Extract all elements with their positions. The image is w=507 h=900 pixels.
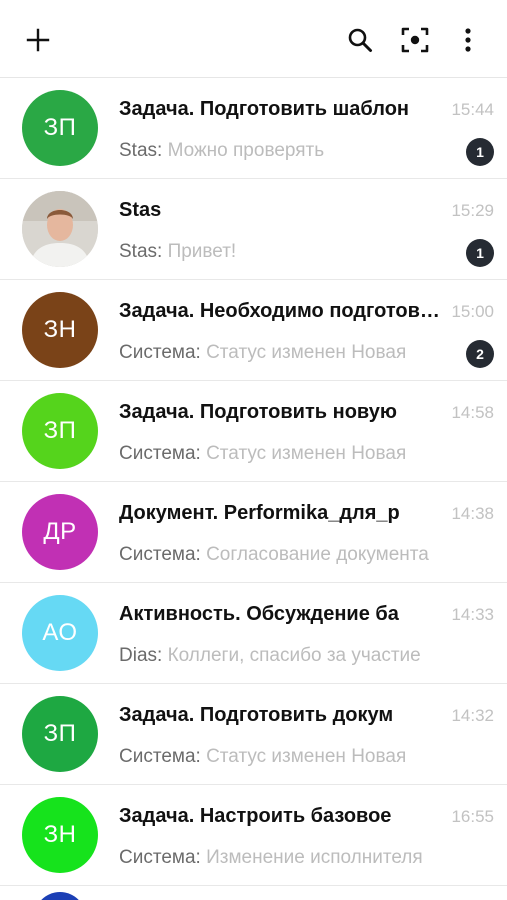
chat-time: 15:29 bbox=[451, 201, 494, 220]
avatar-photo bbox=[22, 191, 98, 267]
chat-preview: Система: Статус изменен Новая bbox=[119, 746, 439, 768]
message-text: Коллеги, спасибо за участие bbox=[167, 645, 421, 666]
avatar: ЗП bbox=[22, 696, 98, 772]
chat-preview: Система: Согласование документа bbox=[119, 544, 439, 566]
chat-list-item[interactable]: ЗП Задача. Подготовить шаблон 15:44 Stas… bbox=[0, 78, 507, 179]
top-toolbar bbox=[0, 0, 507, 78]
chat-list: ЗП Задача. Подготовить шаблон 15:44 Stas… bbox=[0, 78, 507, 886]
chat-list-item[interactable]: ЗН Задача. Необходимо подготовить 15:00 … bbox=[0, 280, 507, 381]
unread-badge: 1 bbox=[466, 138, 494, 166]
chat-list-item[interactable]: ДР Документ. Performika_для_р 14:38 Сист… bbox=[0, 482, 507, 583]
message-text: Согласование документа bbox=[206, 544, 429, 565]
avatar: ЗН bbox=[22, 797, 98, 873]
avatar: АО bbox=[22, 595, 98, 671]
message-sender: Система: bbox=[119, 746, 207, 767]
chat-list-item[interactable]: ЗП Задача. Подготовить докум 14:32 Систе… bbox=[0, 684, 507, 785]
scan-button[interactable] bbox=[395, 20, 435, 60]
chat-title: Задача. Подготовить докум bbox=[119, 704, 394, 726]
avatar: ЗП bbox=[22, 90, 98, 166]
chat-preview: Система: Изменение исполнителя bbox=[119, 847, 439, 869]
chat-preview: Система: Статус изменен Новая bbox=[119, 342, 439, 364]
message-sender: Система: bbox=[119, 544, 207, 565]
chat-list-screen: ЗП Задача. Подготовить шаблон 15:44 Stas… bbox=[0, 0, 507, 900]
message-sender: Система: bbox=[119, 443, 207, 464]
chat-time: 16:55 bbox=[451, 807, 494, 826]
chat-time: 14:32 bbox=[451, 706, 494, 725]
chat-time: 15:00 bbox=[451, 302, 494, 321]
chat-title: Задача. Подготовить шаблон bbox=[119, 98, 409, 120]
chat-list-item[interactable]: Stas 15:29 Stas: Привет! 1 bbox=[0, 179, 507, 280]
add-button[interactable] bbox=[18, 20, 58, 60]
chat-title: Задача. Необходимо подготовить bbox=[119, 300, 443, 322]
avatar: ЗП bbox=[22, 393, 98, 469]
message-text: Статус изменен Новая bbox=[206, 342, 407, 363]
message-sender: Dias: bbox=[119, 645, 168, 666]
chat-title: Документ. Performika_для_р bbox=[119, 502, 400, 524]
more-options-button[interactable] bbox=[448, 20, 488, 60]
plus-icon bbox=[26, 28, 50, 52]
avatar: ЗН bbox=[22, 292, 98, 368]
chat-title: Активность. Обсуждение ба bbox=[119, 603, 399, 625]
chat-time: 15:44 bbox=[451, 100, 494, 119]
message-sender: Система: bbox=[119, 847, 207, 868]
chat-time: 14:33 bbox=[451, 605, 494, 624]
unread-badge: 2 bbox=[466, 340, 494, 368]
chat-time: 14:38 bbox=[451, 504, 494, 523]
scan-icon bbox=[401, 27, 429, 53]
chat-time: 14:58 bbox=[451, 403, 494, 422]
chat-preview: Система: Статус изменен Новая bbox=[119, 443, 439, 465]
search-button[interactable] bbox=[340, 20, 380, 60]
message-sender: Система: bbox=[119, 342, 207, 363]
chat-preview: Stas: Можно проверять bbox=[119, 140, 439, 162]
avatar: ДР bbox=[22, 494, 98, 570]
chat-title: Stas bbox=[119, 199, 162, 221]
more-vertical-icon bbox=[465, 28, 471, 52]
chat-preview: Stas: Привет! bbox=[119, 241, 439, 263]
chat-list-item[interactable]: ЗН Задача. Настроить базовое 16:55 Систе… bbox=[0, 785, 507, 886]
chat-list-item[interactable]: АО Активность. Обсуждение ба 14:33 Dias:… bbox=[0, 583, 507, 684]
chat-list-item[interactable]: ЗП Задача. Подготовить новую 14:58 Систе… bbox=[0, 381, 507, 482]
message-text: Статус изменен Новая bbox=[206, 746, 407, 767]
avatar[interactable] bbox=[34, 892, 86, 900]
message-text: Можно проверять bbox=[167, 140, 325, 161]
message-text: Статус изменен Новая bbox=[206, 443, 407, 464]
unread-badge: 1 bbox=[466, 239, 494, 267]
message-sender: Stas: bbox=[119, 241, 168, 262]
chat-preview: Dias: Коллеги, спасибо за участие bbox=[119, 645, 439, 667]
chat-title: Задача. Настроить базовое bbox=[119, 805, 392, 827]
search-icon bbox=[348, 28, 372, 52]
message-sender: Stas: bbox=[119, 140, 168, 161]
message-text: Изменение исполнителя bbox=[206, 847, 423, 868]
message-text: Привет! bbox=[167, 241, 237, 262]
chat-title: Задача. Подготовить новую bbox=[119, 401, 397, 423]
